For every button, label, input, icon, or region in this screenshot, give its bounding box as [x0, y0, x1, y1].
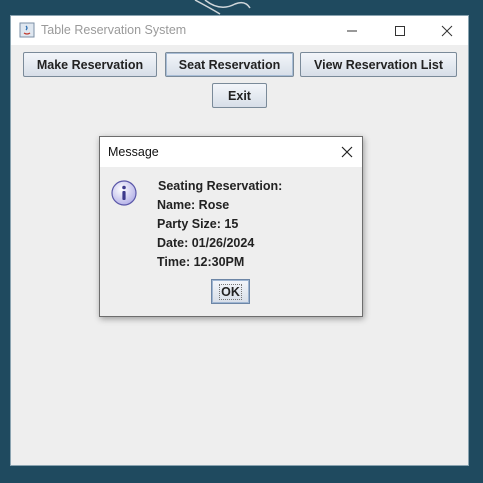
message-party-size: Party Size: 15 — [157, 217, 239, 231]
close-icon — [441, 25, 453, 36]
seat-reservation-button[interactable]: Seat Reservation — [165, 52, 294, 77]
make-reservation-button[interactable]: Make Reservation — [23, 52, 157, 77]
title-bar[interactable]: Table Reservation System — [11, 16, 468, 45]
java-app-icon — [19, 22, 35, 38]
message-heading: Seating Reservation: — [158, 179, 283, 193]
message-date: Date: 01/26/2024 — [157, 236, 255, 250]
exit-button[interactable]: Exit — [212, 83, 267, 108]
minimize-button[interactable] — [329, 16, 375, 45]
maximize-icon — [395, 25, 405, 36]
message-dialog: Message Seating Reservation: Name: Rose … — [99, 136, 363, 317]
info-icon — [111, 180, 137, 206]
wallpaper-decoration — [194, 0, 251, 15]
dialog-title: Message — [108, 145, 159, 159]
view-reservation-list-button[interactable]: View Reservation List — [300, 52, 457, 77]
dialog-close-button[interactable] — [332, 137, 362, 167]
ok-button-label: OK — [219, 283, 242, 300]
window-title: Table Reservation System — [41, 23, 187, 37]
ok-button[interactable]: OK — [211, 279, 250, 304]
message-name: Name: Rose — [157, 198, 230, 212]
close-icon — [341, 146, 353, 158]
minimize-icon — [347, 30, 357, 31]
message-time: Time: 12:30PM — [157, 255, 245, 269]
maximize-button[interactable] — [377, 16, 423, 45]
close-button[interactable] — [424, 16, 470, 45]
dialog-title-bar[interactable]: Message — [100, 137, 362, 167]
